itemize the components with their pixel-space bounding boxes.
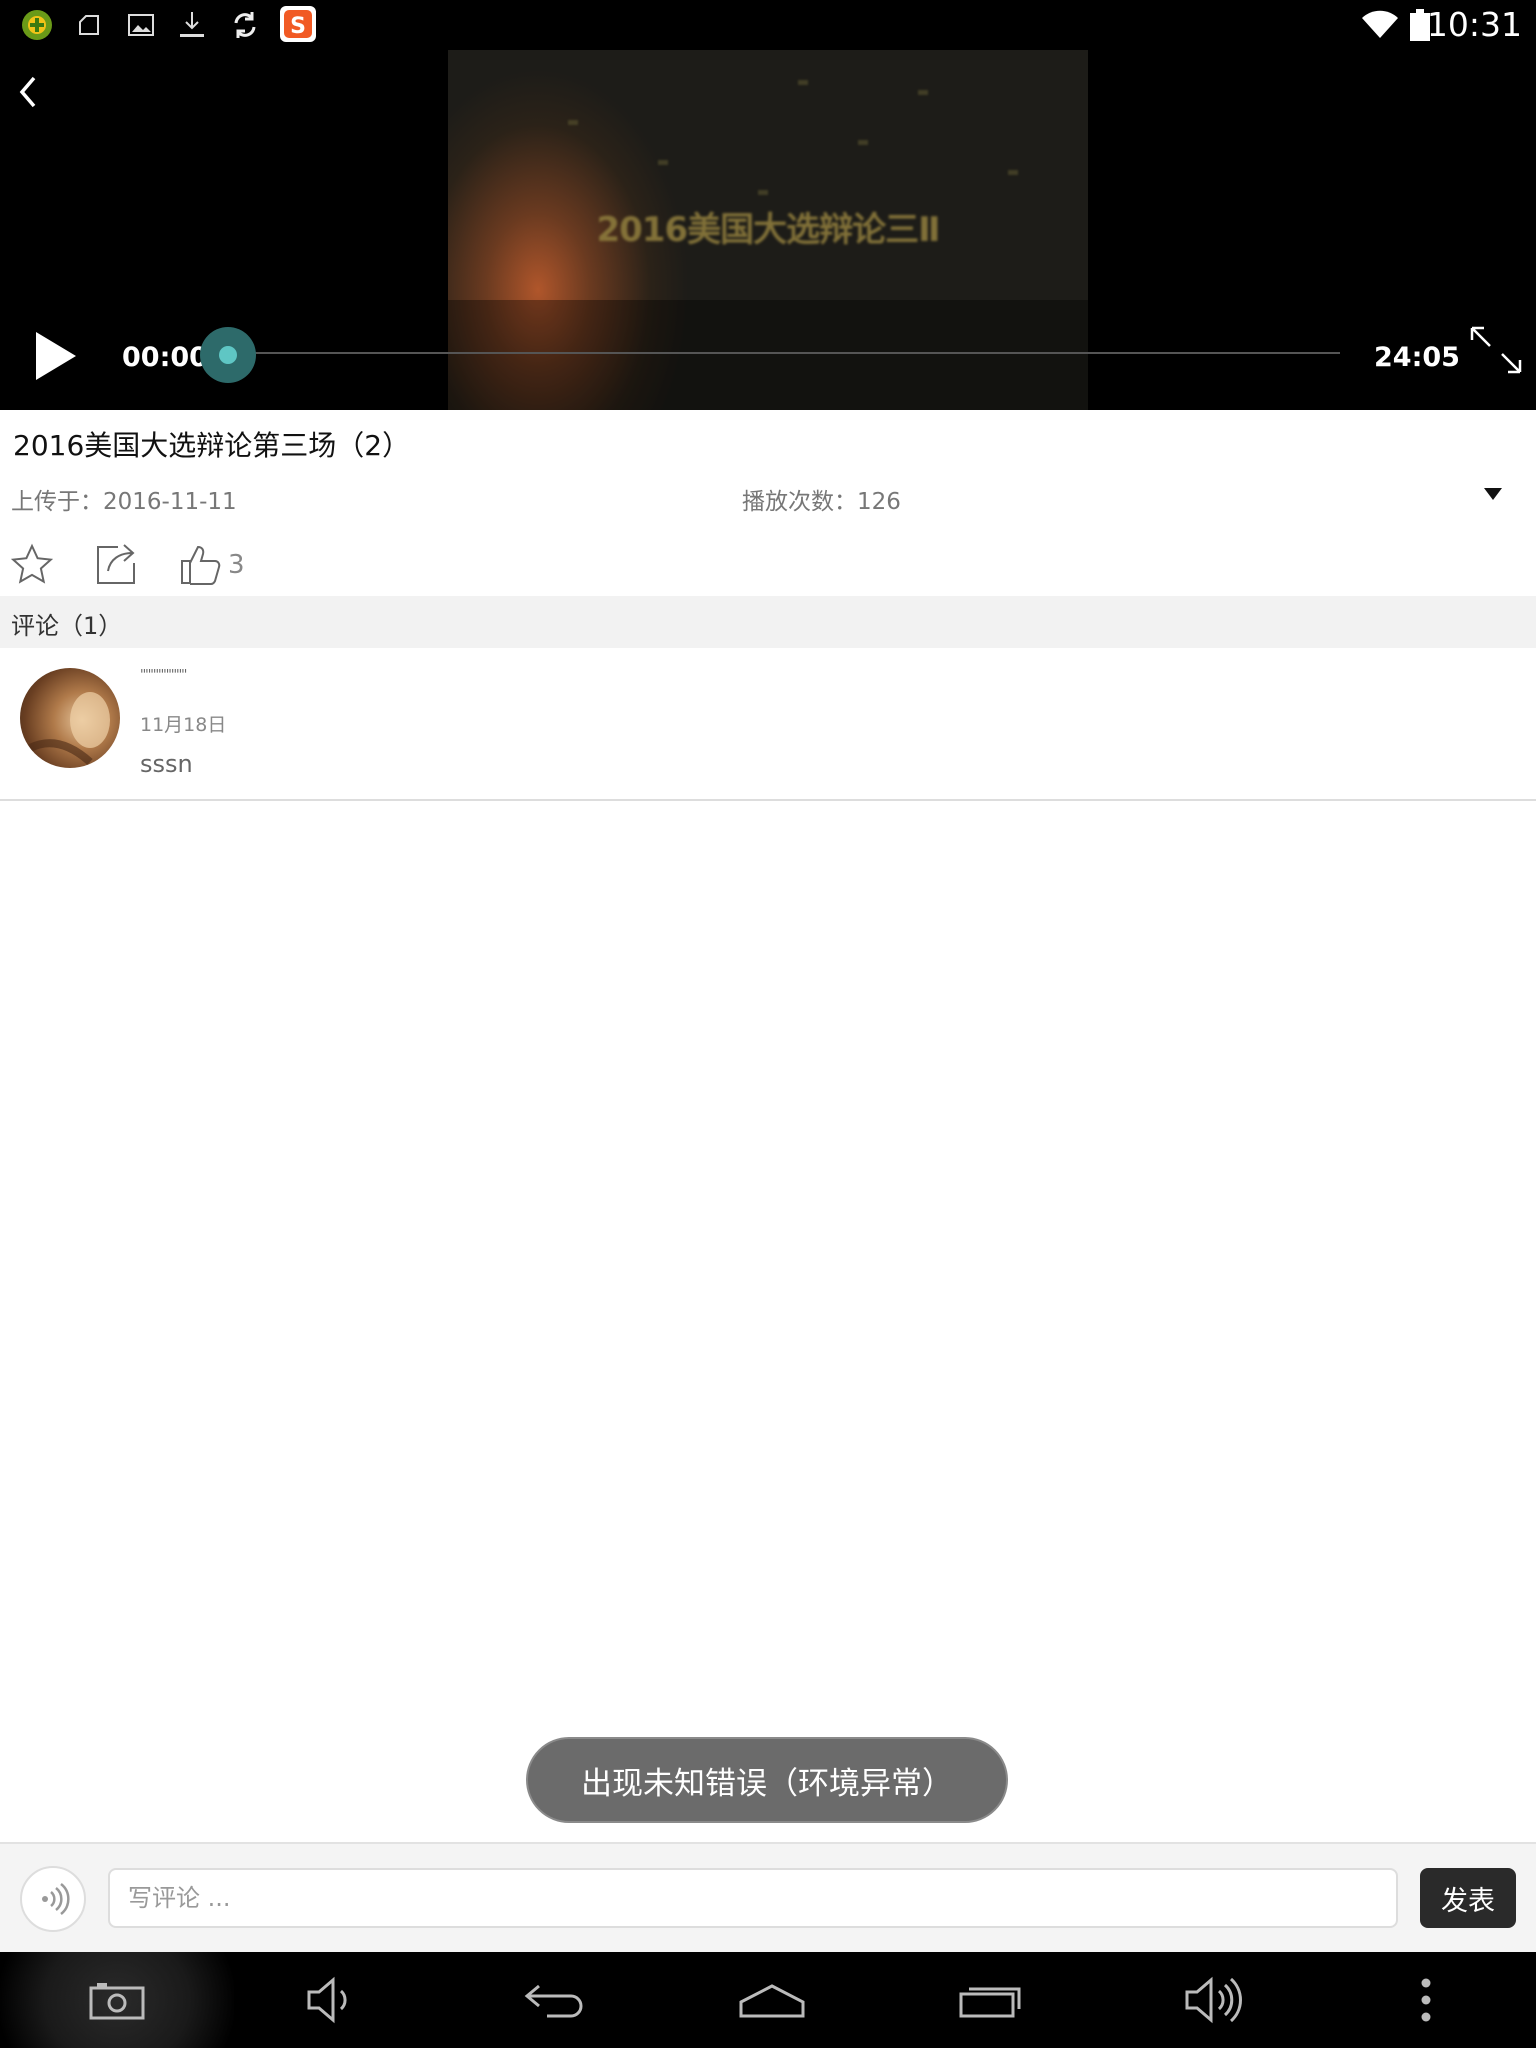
comment-author: '''''''''''''''''' <box>140 668 187 683</box>
like-count: 3 <box>228 550 245 580</box>
expand-chevron-icon[interactable] <box>1484 488 1502 500</box>
current-time: 00:00 <box>122 342 208 373</box>
video-player[interactable]: 2016美国大选辩论三Ⅱ 00:00 24:05 <box>0 50 1536 410</box>
voice-input-icon[interactable] <box>20 1866 86 1932</box>
status-bar: S 10:31 <box>0 0 1536 50</box>
share-icon[interactable] <box>94 541 138 587</box>
image-icon <box>124 8 158 42</box>
svg-text:S: S <box>290 14 306 39</box>
fullscreen-icon[interactable] <box>1466 322 1526 378</box>
sogou-s-icon: S <box>280 6 316 42</box>
progress-knob[interactable] <box>200 327 256 383</box>
comment-text: sssn <box>140 750 193 778</box>
screenshot-icon[interactable] <box>77 1970 157 2030</box>
play-count: 播放次数：126 <box>742 489 901 515</box>
upload-date: 上传于：2016-11-11 <box>11 489 237 515</box>
comment-date: 11月18日 <box>140 714 227 736</box>
home-icon[interactable] <box>732 1970 812 2030</box>
sync-icon <box>228 8 262 42</box>
favorite-star-icon[interactable] <box>10 543 54 587</box>
folder-icon <box>73 8 107 42</box>
recents-icon[interactable] <box>952 1970 1032 2030</box>
send-button[interactable]: 发表 <box>1420 1868 1516 1928</box>
more-icon[interactable] <box>1386 1970 1466 2030</box>
volume-down-icon[interactable] <box>293 1970 373 2030</box>
avatar[interactable] <box>20 668 120 768</box>
frame-caption: 2016美国大选辩论三Ⅱ <box>596 210 940 250</box>
app-green-icon <box>20 8 54 42</box>
comment-input[interactable] <box>108 1868 1398 1928</box>
volume-up-icon[interactable] <box>1176 1970 1256 2030</box>
comments-count-label: 评论（1） <box>11 612 123 640</box>
video-title: 2016美国大选辩论第三场（2） <box>13 429 411 462</box>
comments-header: 评论（1） <box>0 596 1536 648</box>
error-toast: 出现未知错误（环境异常） <box>526 1737 1008 1823</box>
wifi-icon <box>1360 8 1400 42</box>
progress-track[interactable] <box>228 352 1340 354</box>
like-thumb-icon[interactable] <box>178 541 222 587</box>
back-arrow-icon[interactable] <box>12 68 44 116</box>
navigation-bar <box>0 1952 1536 2048</box>
total-time: 24:05 <box>1374 342 1460 373</box>
divider <box>0 799 1536 801</box>
download-icon <box>175 8 209 42</box>
back-icon[interactable] <box>512 1970 592 2030</box>
comment-composer: 发表 <box>0 1842 1536 1954</box>
clock: 10:31 <box>1426 5 1522 44</box>
play-icon[interactable] <box>32 328 80 384</box>
